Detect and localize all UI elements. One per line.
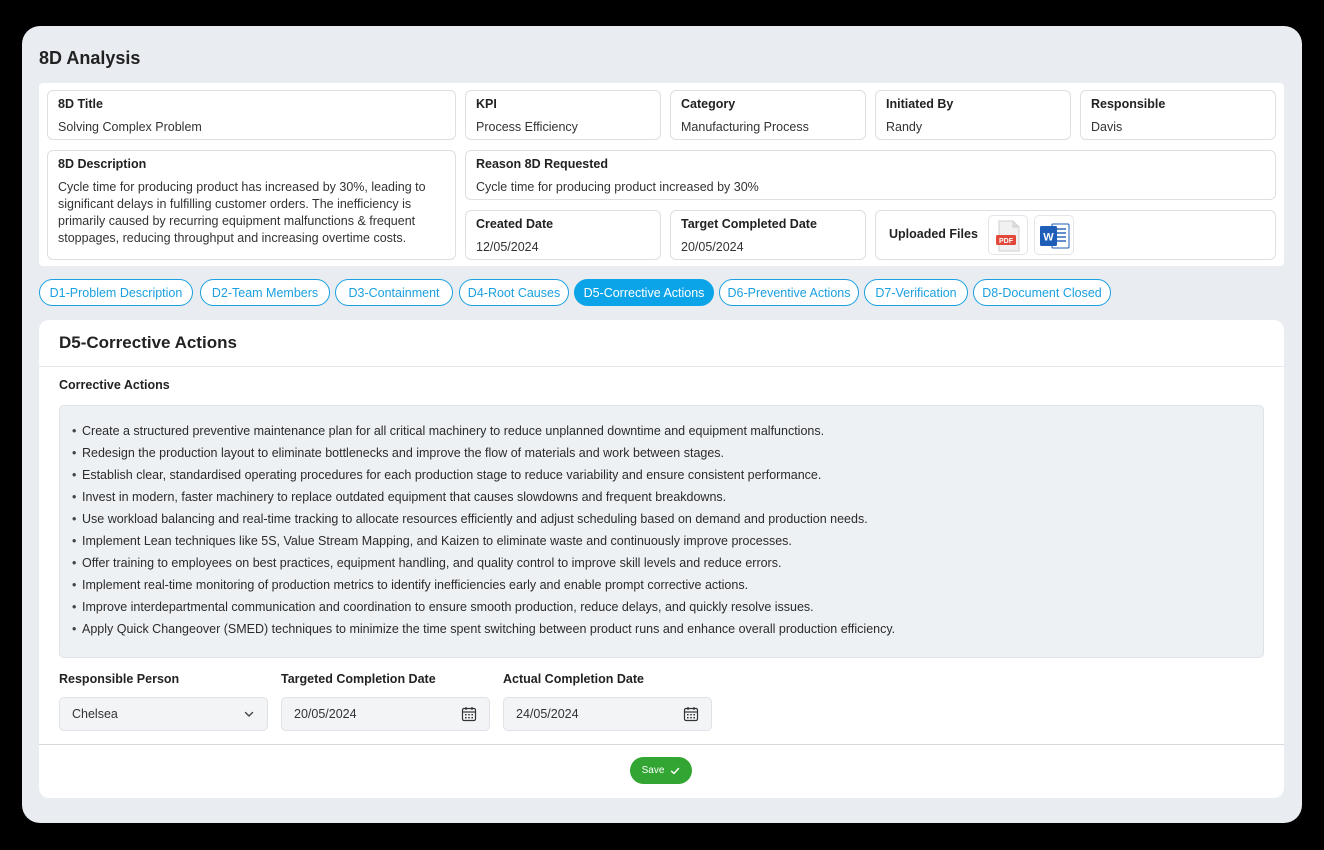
list-item: Create a structured preventive maintenan… bbox=[72, 420, 1251, 442]
calendar-icon[interactable] bbox=[461, 706, 477, 722]
targeted-completion-date-label: Targeted Completion Date bbox=[281, 672, 436, 686]
tab-d6-preventive-actions[interactable]: D6-Preventive Actions bbox=[719, 279, 859, 306]
tab-d4-root-causes[interactable]: D4-Root Causes bbox=[459, 279, 569, 306]
responsible-value: Davis bbox=[1091, 120, 1123, 134]
pdf-icon-text: PDF bbox=[999, 238, 1014, 245]
check-icon bbox=[671, 767, 680, 774]
target-completed-date-card: Target Completed Date 20/05/2024 bbox=[670, 210, 866, 260]
tab-d3-containment[interactable]: D3-Containment bbox=[335, 279, 453, 306]
header-divider bbox=[39, 366, 1284, 367]
tab-d2-team-members[interactable]: D2-Team Members bbox=[200, 279, 330, 306]
reason-label: Reason 8D Requested bbox=[476, 157, 608, 171]
8d-description-label: 8D Description bbox=[58, 157, 147, 171]
8d-title-label: 8D Title bbox=[58, 97, 103, 111]
created-date-label: Created Date bbox=[476, 217, 554, 231]
corrective-actions-card: D5-Corrective Actions Corrective Actions… bbox=[39, 320, 1284, 798]
page-title: 8D Analysis bbox=[39, 48, 141, 68]
tab-d1-problem-description[interactable]: D1-Problem Description bbox=[39, 279, 193, 306]
targeted-completion-date-value: 20/05/2024 bbox=[294, 707, 357, 721]
uploaded-files-label: Uploaded Files bbox=[889, 227, 978, 241]
chevron-down-icon bbox=[244, 711, 254, 717]
actual-completion-date-value: 24/05/2024 bbox=[516, 707, 579, 721]
footer-divider bbox=[39, 744, 1284, 745]
kpi-value: Process Efficiency bbox=[476, 120, 578, 134]
target-completed-date-value: 20/05/2024 bbox=[681, 240, 744, 254]
responsible-person-label: Responsible Person bbox=[59, 672, 180, 686]
kpi-label: KPI bbox=[476, 97, 497, 111]
uploaded-files-card: Uploaded Files PDF W bbox=[875, 210, 1276, 260]
save-button[interactable]: Save bbox=[630, 757, 692, 784]
initiated-by-card: Initiated By Randy bbox=[875, 90, 1071, 140]
actual-completion-date-label: Actual Completion Date bbox=[503, 672, 644, 686]
info-panel: 8D Title Solving Complex Problem KPI Pro… bbox=[39, 83, 1284, 266]
kpi-card: KPI Process Efficiency bbox=[465, 90, 661, 140]
responsible-person-value: Chelsea bbox=[72, 707, 118, 721]
actual-completion-date-input[interactable]: 24/05/2024 bbox=[503, 697, 712, 731]
section-title: D5-Corrective Actions bbox=[59, 333, 237, 352]
created-date-value: 12/05/2024 bbox=[476, 240, 539, 254]
list-item: Improve interdepartmental communication … bbox=[72, 596, 1251, 618]
reason-value: Cycle time for producing product increas… bbox=[476, 180, 759, 194]
list-item: Implement Lean techniques like 5S, Value… bbox=[72, 530, 1251, 552]
word-icon-text: W bbox=[1043, 232, 1054, 244]
corrective-actions-list: Create a structured preventive maintenan… bbox=[72, 420, 1251, 640]
reason-card: Reason 8D Requested Cycle time for produ… bbox=[465, 150, 1276, 200]
created-date-card: Created Date 12/05/2024 bbox=[465, 210, 661, 260]
responsible-label: Responsible bbox=[1091, 97, 1166, 111]
tab-d8-document-closed[interactable]: D8-Document Closed bbox=[973, 279, 1111, 306]
tab-d5-corrective-actions[interactable]: D5-Corrective Actions bbox=[574, 279, 714, 306]
8d-description-card: 8D Description Cycle time for producing … bbox=[47, 150, 456, 260]
list-item: Establish clear, standardised operating … bbox=[72, 464, 1251, 486]
category-label: Category bbox=[681, 97, 736, 111]
category-card: Category Manufacturing Process bbox=[670, 90, 866, 140]
category-value: Manufacturing Process bbox=[681, 120, 809, 134]
responsible-person-select[interactable]: Chelsea bbox=[59, 697, 268, 731]
targeted-completion-date-input[interactable]: 20/05/2024 bbox=[281, 697, 490, 731]
list-item: Redesign the production layout to elimin… bbox=[72, 442, 1251, 464]
list-item: Apply Quick Changeover (SMED) techniques… bbox=[72, 618, 1251, 640]
corrective-actions-label: Corrective Actions bbox=[59, 378, 170, 392]
initiated-by-value: Randy bbox=[886, 120, 923, 134]
list-item: Use workload balancing and real-time tra… bbox=[72, 508, 1251, 530]
list-item: Implement real-time monitoring of produc… bbox=[72, 574, 1251, 596]
word-file-icon[interactable]: W bbox=[1034, 215, 1074, 255]
responsible-card: Responsible Davis bbox=[1080, 90, 1276, 140]
tab-d7-verification[interactable]: D7-Verification bbox=[864, 279, 968, 306]
calendar-icon[interactable] bbox=[683, 706, 699, 722]
list-item: Offer training to employees on best prac… bbox=[72, 552, 1251, 574]
8d-description-value: Cycle time for producing product has inc… bbox=[58, 180, 426, 245]
pdf-file-icon[interactable]: PDF bbox=[988, 215, 1028, 255]
save-button-label: Save bbox=[641, 765, 665, 776]
8d-title-card: 8D Title Solving Complex Problem bbox=[47, 90, 456, 140]
app-frame: 8D Analysis 8D Title Solving Complex Pro… bbox=[22, 26, 1302, 823]
corrective-actions-textarea[interactable]: Create a structured preventive maintenan… bbox=[59, 405, 1264, 658]
8d-title-value: Solving Complex Problem bbox=[58, 120, 202, 134]
list-item: Invest in modern, faster machinery to re… bbox=[72, 486, 1251, 508]
initiated-by-label: Initiated By bbox=[886, 97, 954, 111]
target-completed-date-label: Target Completed Date bbox=[681, 217, 817, 231]
